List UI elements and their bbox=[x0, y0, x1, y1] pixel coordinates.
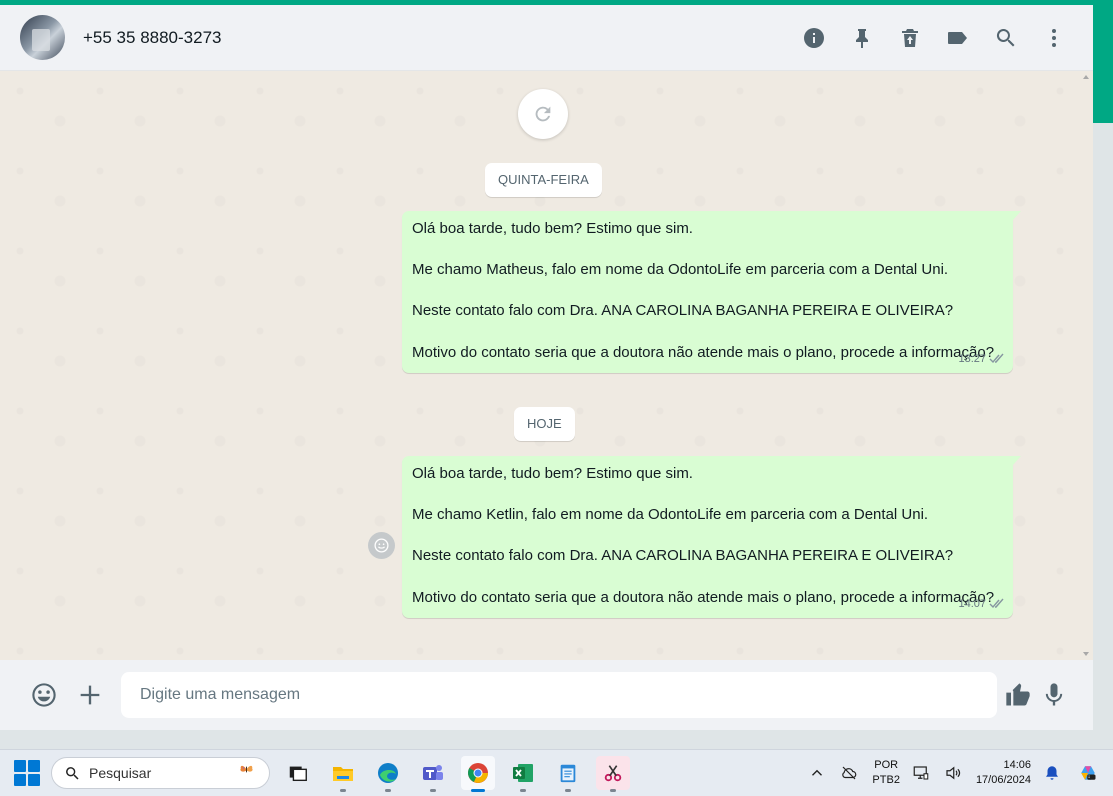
double-check-icon bbox=[989, 598, 1004, 609]
system-tray: POR PTB2 14:06 17/06/2024 bbox=[796, 750, 1113, 796]
message-text: Olá boa tarde, tudo bem? Estimo que sim. bbox=[412, 465, 693, 482]
menu-icon[interactable] bbox=[1041, 25, 1067, 51]
whatsapp-chat-window: +55 35 8880-3273 QUINTA-FEIRA Olá boa ta… bbox=[0, 5, 1093, 730]
date-separator: HOJE bbox=[514, 407, 575, 441]
date-separator: QUINTA-FEIRA bbox=[485, 163, 602, 197]
header-actions bbox=[801, 25, 1067, 51]
pin-icon[interactable] bbox=[849, 25, 875, 51]
message-list[interactable]: QUINTA-FEIRA Olá boa tarde, tudo bem? Es… bbox=[0, 71, 1093, 660]
input-language[interactable]: POR PTB2 bbox=[872, 758, 900, 788]
message-text: Motivo do contato seria que a doutora nã… bbox=[412, 343, 995, 361]
microphone-icon[interactable] bbox=[1039, 680, 1069, 710]
scroll-up-arrow[interactable] bbox=[1083, 75, 1089, 79]
butterfly-icon bbox=[240, 765, 253, 773]
emoji-icon[interactable] bbox=[29, 680, 59, 710]
search-icon bbox=[66, 766, 79, 780]
notepad-icon[interactable] bbox=[551, 756, 585, 792]
teams-icon[interactable] bbox=[416, 756, 450, 792]
volume-icon[interactable] bbox=[942, 762, 964, 784]
task-view-icon[interactable] bbox=[281, 756, 315, 790]
message-meta: 14:07 bbox=[958, 594, 1005, 615]
excel-icon[interactable] bbox=[506, 756, 540, 792]
contact-avatar[interactable] bbox=[20, 15, 65, 60]
outgoing-message[interactable]: Olá boa tarde, tudo bem? Estimo que sim.… bbox=[402, 456, 1021, 619]
windows-start-icon[interactable] bbox=[14, 760, 40, 786]
thumbs-up-icon[interactable] bbox=[1003, 680, 1033, 710]
message-text: Me chamo Matheus, falo em nome da Odonto… bbox=[412, 261, 949, 279]
message-text: Neste contato falo com Dra. ANA CAROLINA… bbox=[412, 302, 954, 320]
edge-icon[interactable] bbox=[371, 756, 405, 792]
message-text: Me chamo Ketlin, falo em nome da OdontoL… bbox=[412, 506, 929, 524]
chat-header: +55 35 8880-3273 bbox=[0, 5, 1093, 71]
reaction-emoji-icon[interactable] bbox=[368, 532, 395, 559]
search-label: Pesquisar bbox=[89, 765, 152, 781]
message-text: Olá boa tarde, tudo bem? Estimo que sim. bbox=[412, 220, 693, 237]
message-composer bbox=[0, 660, 1093, 730]
network-icon[interactable] bbox=[910, 762, 932, 784]
taskbar-clock[interactable]: 14:06 17/06/2024 bbox=[976, 758, 1031, 788]
search-icon[interactable] bbox=[993, 25, 1019, 51]
clock-time: 14:06 bbox=[1003, 759, 1031, 771]
cloud-offline-icon[interactable] bbox=[838, 762, 860, 784]
chevron-up-icon[interactable] bbox=[806, 762, 828, 784]
taskbar-search[interactable]: Pesquisar bbox=[51, 757, 270, 789]
copilot-icon[interactable] bbox=[1077, 762, 1099, 784]
message-text: Motivo do contato seria que a doutora nã… bbox=[412, 588, 995, 606]
window-right-accent bbox=[1093, 5, 1113, 123]
contact-name[interactable]: +55 35 8880-3273 bbox=[83, 28, 222, 48]
delete-icon[interactable] bbox=[897, 25, 923, 51]
message-text: Neste contato falo com Dra. ANA CAROLINA… bbox=[412, 547, 954, 565]
clock-date: 17/06/2024 bbox=[975, 774, 1031, 786]
windows-taskbar: Pesquisar POR PTB2 14:06 17/06/2024 bbox=[0, 749, 1113, 796]
double-check-icon bbox=[989, 353, 1004, 364]
language-code: POR bbox=[874, 759, 899, 771]
outgoing-message[interactable]: Olá boa tarde, tudo bem? Estimo que sim.… bbox=[402, 211, 1021, 374]
keyboard-layout: PTB2 bbox=[872, 774, 900, 786]
snipping-tool-icon[interactable] bbox=[596, 756, 630, 792]
message-meta: 13:27 bbox=[958, 349, 1005, 370]
info-icon[interactable] bbox=[801, 25, 827, 51]
attach-plus-icon[interactable] bbox=[75, 680, 105, 710]
scroll-down-arrow[interactable] bbox=[1083, 652, 1089, 656]
refresh-icon bbox=[535, 106, 551, 122]
file-explorer-icon[interactable] bbox=[326, 756, 360, 792]
load-older-messages-button[interactable] bbox=[518, 89, 568, 139]
message-time: 14:07 bbox=[958, 597, 986, 610]
notification-bell-icon[interactable] bbox=[1041, 762, 1063, 784]
message-input[interactable] bbox=[121, 672, 997, 718]
chrome-icon[interactable] bbox=[461, 756, 495, 792]
message-time: 13:27 bbox=[958, 352, 986, 365]
label-icon[interactable] bbox=[945, 25, 971, 51]
